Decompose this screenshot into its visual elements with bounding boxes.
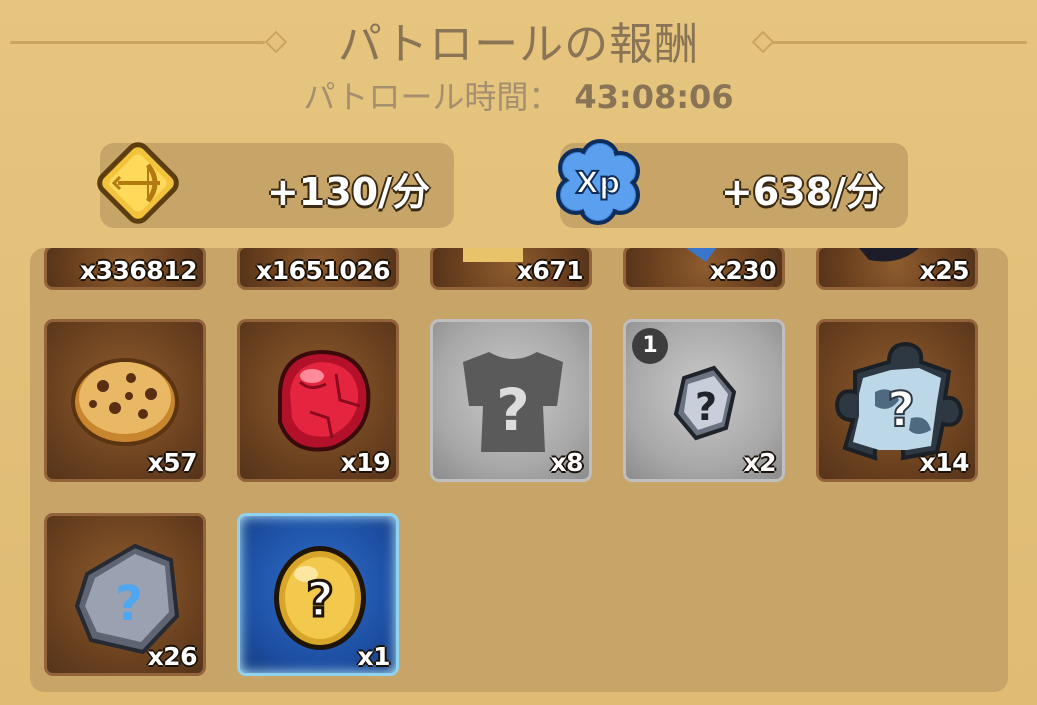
reward-mystery-puzzle[interactable]: ? x14 (816, 319, 978, 482)
reward-red-gem[interactable]: x19 (237, 319, 399, 482)
item-quantity: x26 (147, 642, 198, 671)
patrol-duration: パトロール時間： 43:08:06 (0, 72, 1037, 118)
item-quantity: x2 (743, 448, 776, 477)
gold-rate-value: +130/分 (266, 170, 430, 214)
item-quantity: x19 (340, 448, 391, 477)
svg-text:?: ? (695, 385, 717, 429)
item-quantity: x336812 (80, 256, 198, 285)
reward-item-5[interactable]: x25 (816, 248, 978, 290)
svg-text:?: ? (887, 382, 915, 438)
reward-mystery-rune[interactable]: 1 ? x2 (623, 319, 785, 482)
patrol-duration-value: 43:08:06 (574, 78, 734, 116)
item-quantity: x25 (919, 256, 970, 285)
page-title: パトロールの報酬 (337, 19, 700, 70)
svg-text:Xp: Xp (576, 166, 621, 201)
title-row: パトロールの報酬 (0, 8, 1037, 70)
item-quantity: x57 (147, 448, 198, 477)
item-quantity: x230 (709, 256, 777, 285)
reward-item-2[interactable]: x1651026 (237, 248, 399, 290)
reward-item-3[interactable]: x671 (430, 248, 592, 290)
item-quantity: x671 (516, 256, 584, 285)
patrol-rewards-panel: パトロールの報酬 パトロール時間： 43:08:06 +130/分 +638/分 … (0, 0, 1037, 705)
bow-gold-icon (97, 142, 179, 224)
item-quantity: x1651026 (256, 256, 390, 285)
svg-text:?: ? (306, 572, 334, 628)
reward-mystery-stone[interactable]: ? x26 (44, 513, 206, 676)
xp-cloud-icon: Xp (556, 139, 640, 225)
item-quantity: x8 (550, 448, 583, 477)
xp-rate-value: +638/分 (720, 170, 884, 214)
reward-mystery-armor[interactable]: ? x8 (430, 319, 592, 482)
item-quantity: x14 (919, 448, 970, 477)
patrol-duration-label: パトロール時間： (303, 78, 561, 116)
reward-item-1[interactable]: x336812 (44, 248, 206, 290)
reward-mystery-egg[interactable]: ? x1 (237, 513, 399, 676)
svg-text:?: ? (115, 576, 143, 632)
svg-text:?: ? (496, 376, 530, 444)
reward-item-4[interactable]: x230 (623, 248, 785, 290)
item-quantity: x1 (357, 642, 390, 671)
rewards-grid[interactable]: x336812 x1651026 x671 x230 x25 x57 x19 ?… (30, 248, 1008, 692)
reward-cookie[interactable]: x57 (44, 319, 206, 482)
